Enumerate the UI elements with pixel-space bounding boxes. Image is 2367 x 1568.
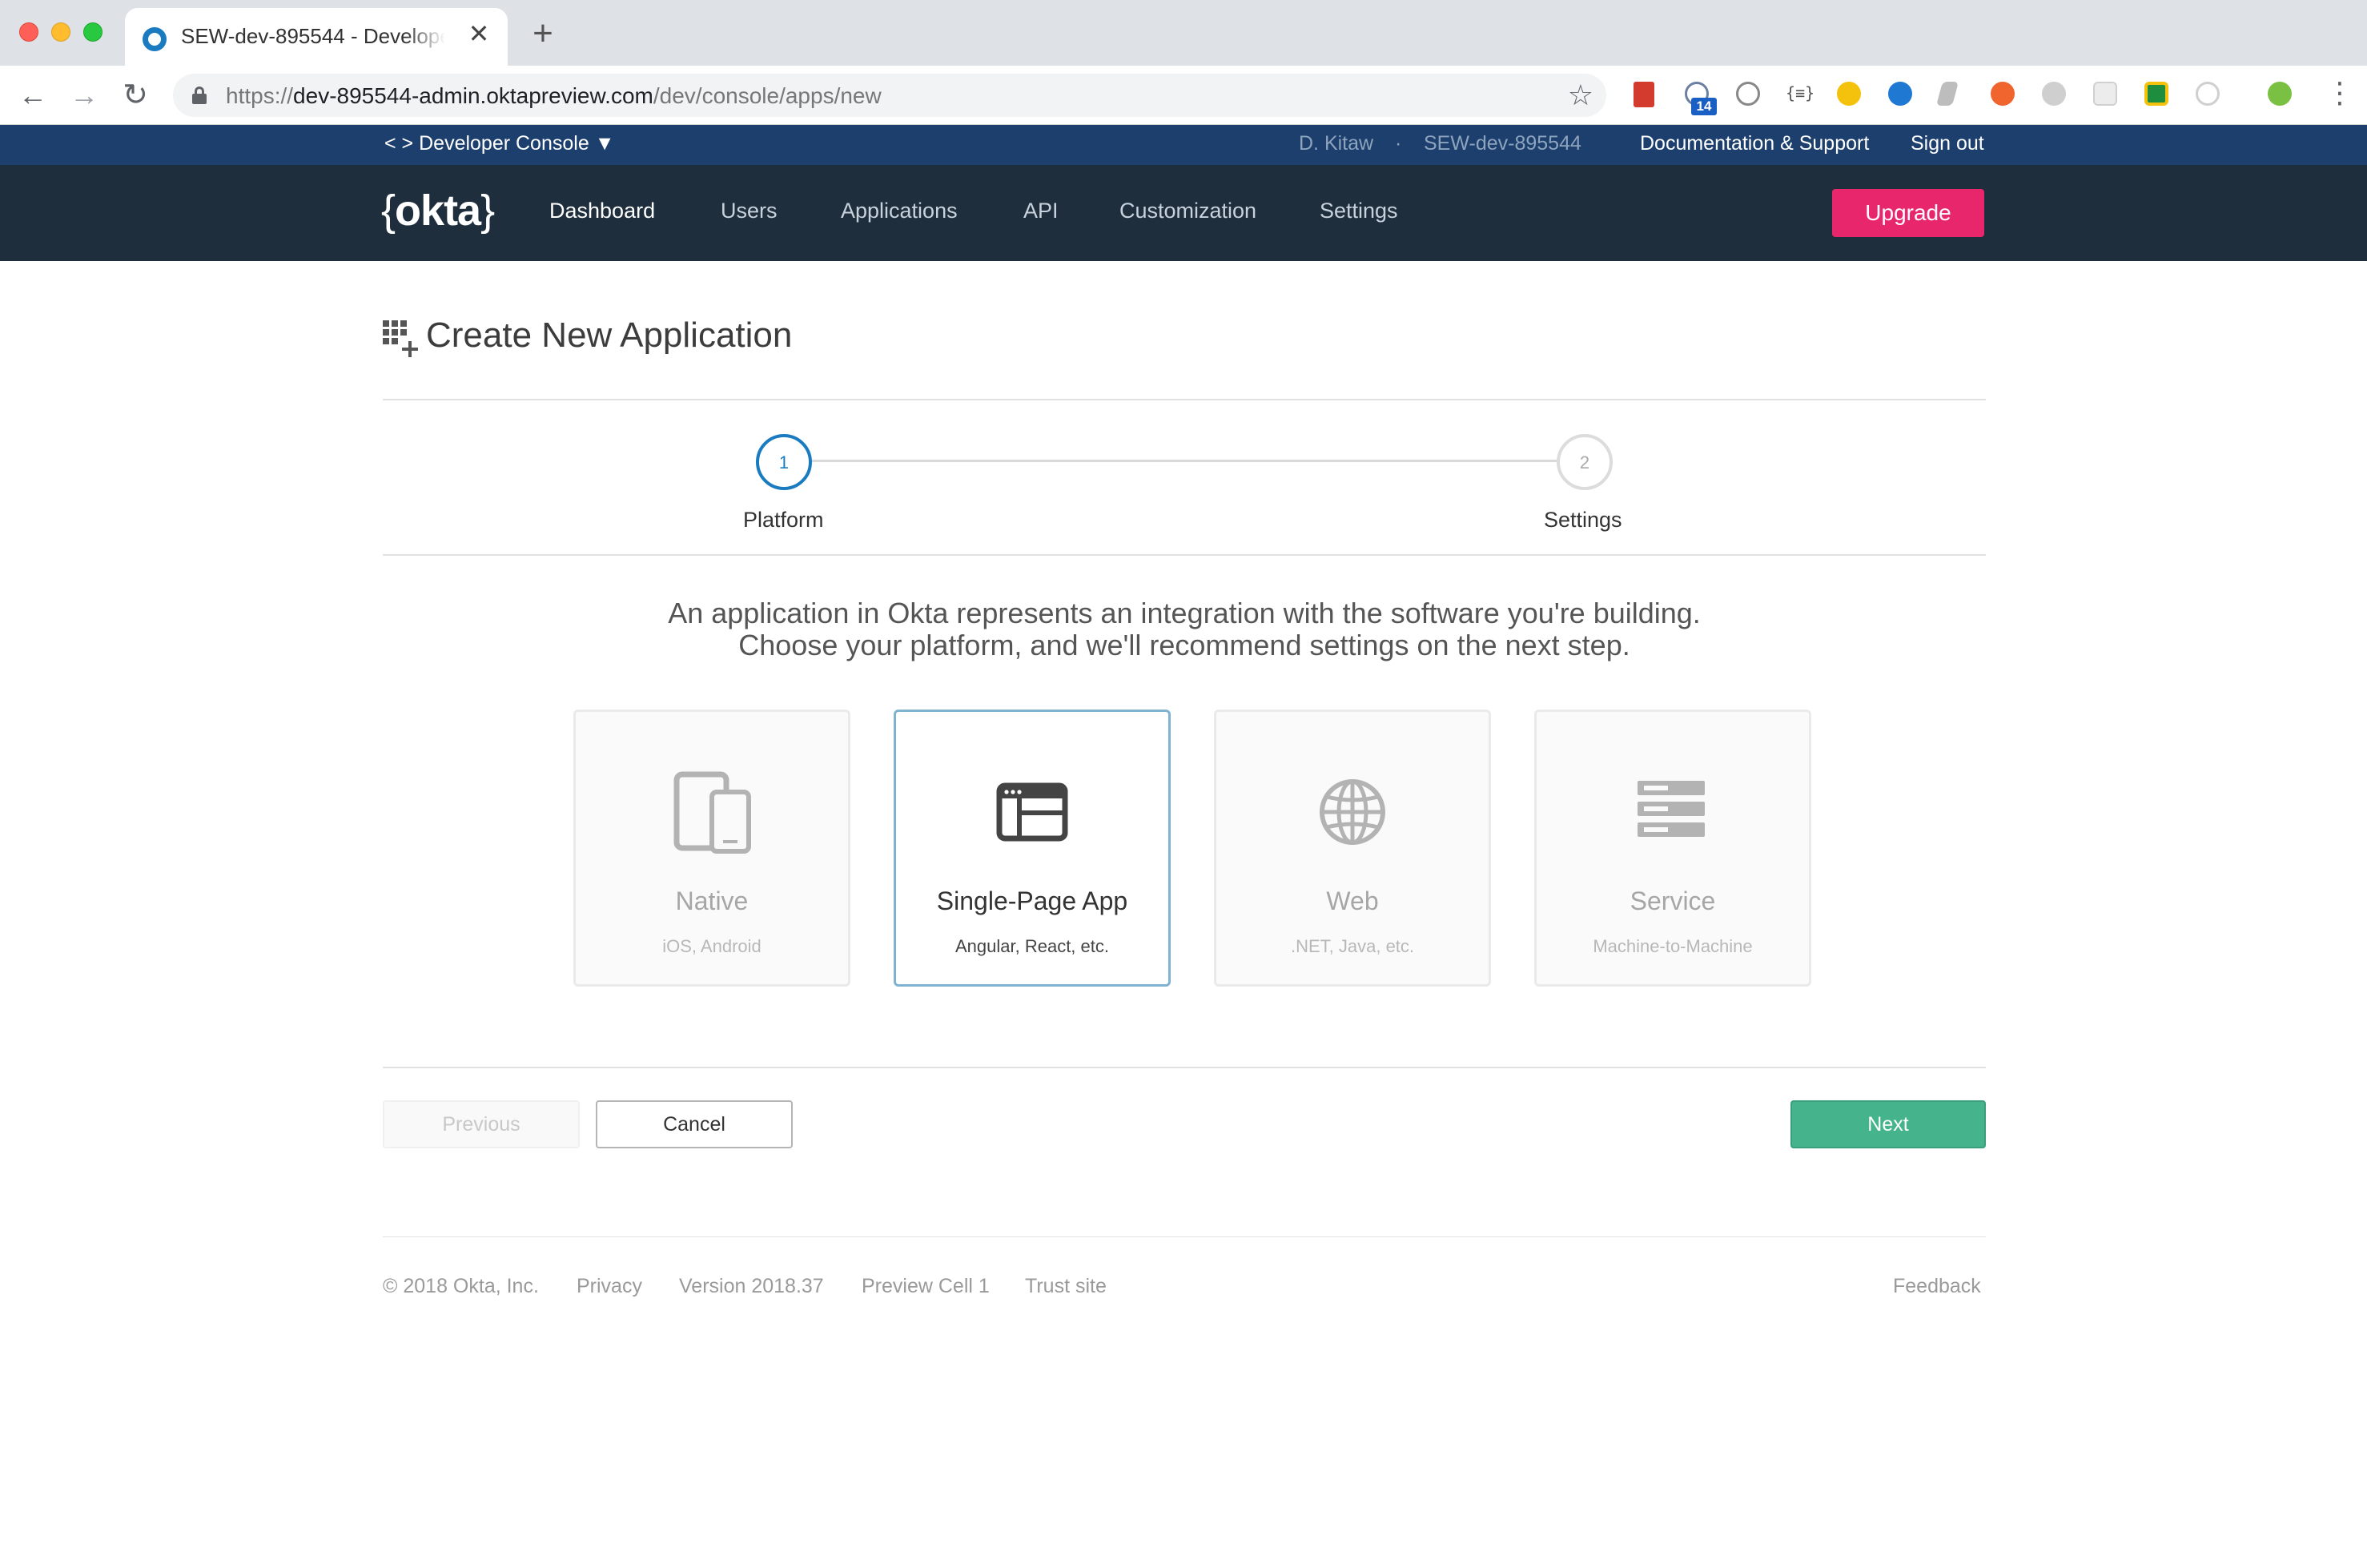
step-2-label: Settings (1544, 508, 1622, 532)
reload-icon[interactable]: ↻ (117, 77, 154, 114)
platform-subtitle: Machine-to-Machine (1593, 936, 1753, 956)
okta-main-nav: {okta} Dashboard Users Applications API … (0, 165, 2367, 261)
extension-badge: 14 (1691, 98, 1717, 115)
org-name: SEW-dev-895544 (1424, 132, 1581, 155)
window-minimize-button[interactable] (51, 22, 70, 42)
nav-api[interactable]: API (1023, 199, 1059, 223)
step-1-label: Platform (743, 508, 824, 532)
nav-dashboard[interactable]: Dashboard (549, 199, 655, 223)
user-name[interactable]: D. Kitaw (1299, 132, 1373, 155)
okta-logo[interactable]: {okta} (381, 186, 495, 235)
lock-icon (192, 86, 207, 104)
platform-card-web[interactable]: Web .NET, Java, etc. (1214, 710, 1491, 987)
platform-title: Native (675, 887, 749, 915)
upgrade-button[interactable]: Upgrade (1832, 189, 1984, 237)
globe-icon (1216, 768, 1489, 856)
add-app-grid-icon (383, 320, 418, 357)
bookmark-ext-icon[interactable] (1634, 82, 1654, 107)
divider (383, 1067, 1986, 1068)
server-stack-icon (1537, 768, 1809, 856)
divider (383, 399, 1986, 400)
step-1-indicator: 1 (756, 434, 812, 490)
platform-title: Service (1630, 887, 1716, 915)
tab-close-icon[interactable]: ✕ (464, 19, 493, 48)
next-button[interactable]: Next (1790, 1100, 1986, 1148)
classroom-ext-icon[interactable] (2144, 82, 2168, 106)
nav-settings[interactable]: Settings (1320, 199, 1398, 223)
footer-preview-cell: Preview Cell 1 (862, 1275, 990, 1297)
mobile-devices-icon (576, 768, 848, 856)
forward-arrow-icon[interactable]: → (66, 77, 102, 114)
intro-text: An application in Okta represents an int… (383, 597, 1986, 661)
svg-ext-icon[interactable] (1888, 82, 1912, 106)
bookmark-star-icon[interactable]: ☆ (1568, 78, 1593, 112)
platform-card-single-page-app[interactable]: Single-Page App Angular, React, etc. (894, 710, 1171, 987)
footer-feedback-link[interactable]: Feedback (1893, 1275, 1981, 1298)
address-url[interactable]: https://dev-895544-admin.oktapreview.com… (226, 83, 882, 109)
browser-tab-strip: SEW-dev-895544 - Developer Console ✕ + (0, 0, 2367, 66)
okta-favicon-icon (143, 27, 167, 51)
nav-customization[interactable]: Customization (1119, 199, 1256, 223)
caret-down-icon: ▼ (594, 132, 615, 155)
platform-title: Web (1326, 887, 1379, 915)
stepper-track (812, 460, 1557, 462)
developer-console-switcher[interactable]: < > Developer Console ▼ (384, 132, 614, 155)
target-ext-icon[interactable] (2196, 82, 2220, 106)
footer-divider (383, 1236, 1986, 1237)
night-ext-icon[interactable] (1837, 82, 1861, 106)
platform-subtitle: .NET, Java, etc. (1290, 936, 1415, 956)
footer-trust-site-link[interactable]: Trust site (1025, 1275, 1107, 1298)
tab-title: SEW-dev-895544 - Developer Console (181, 24, 445, 48)
intro-line-1: An application in Okta represents an int… (668, 597, 1701, 629)
footer-version: Version 2018.37 (679, 1275, 824, 1297)
evernote-ext-icon[interactable] (2268, 82, 2292, 106)
documentation-support-link[interactable]: Documentation & Support (1640, 132, 1869, 155)
intro-line-2: Choose your platform, and we'll recommen… (738, 629, 1630, 661)
platform-card-service[interactable]: Service Machine-to-Machine (1534, 710, 1811, 987)
new-tab-button[interactable]: + (525, 16, 561, 53)
circle-ext-icon[interactable] (1736, 82, 1760, 106)
divider (383, 554, 1986, 556)
previous-button[interactable]: Previous (383, 1100, 580, 1148)
compass-ext-icon[interactable] (2042, 82, 2066, 106)
separator-dot: · (1395, 132, 1402, 155)
back-arrow-icon[interactable]: ← (14, 77, 51, 114)
platform-title: Single-Page App (936, 887, 1128, 915)
address-bar[interactable]: https://dev-895544-admin.oktapreview.com… (173, 74, 1606, 117)
footer-copyright: © 2018 Okta, Inc. (383, 1275, 539, 1297)
footer-privacy-link[interactable]: Privacy (577, 1275, 642, 1298)
platform-subtitle: iOS, Android (662, 936, 762, 956)
nav-applications[interactable]: Applications (841, 199, 958, 223)
window-zoom-button[interactable] (83, 22, 102, 42)
lifebuoy-ext-icon[interactable] (1991, 82, 2015, 106)
window-close-button[interactable] (19, 22, 38, 42)
browser-tab-active[interactable]: SEW-dev-895544 - Developer Console ✕ (125, 8, 508, 66)
browser-menu-icon[interactable]: ⋮ (2325, 77, 2354, 109)
step-2-indicator: 2 (1557, 434, 1613, 490)
okta-utility-bar: < > Developer Console ▼ D. Kitaw · SEW-d… (0, 125, 2367, 165)
code-brackets-icon: < > (384, 132, 414, 155)
sign-out-link[interactable]: Sign out (1911, 132, 1984, 155)
grid-ext-icon[interactable] (2093, 82, 2117, 106)
page-title: Create New Application (426, 316, 793, 355)
cancel-button[interactable]: Cancel (596, 1100, 793, 1148)
json-ext-icon[interactable]: {≡} (1786, 83, 1814, 103)
browser-window-icon (896, 768, 1168, 856)
nav-users[interactable]: Users (721, 199, 778, 223)
platform-subtitle: Angular, React, etc. (955, 936, 1109, 956)
platform-card-native[interactable]: Native iOS, Android (573, 710, 850, 987)
